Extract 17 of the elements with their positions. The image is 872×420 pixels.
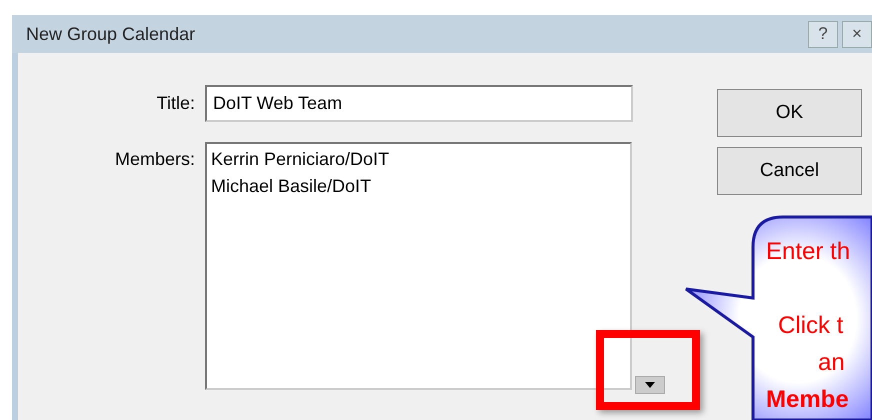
member-item[interactable]: Michael Basile/DoIT [211,173,626,200]
member-item[interactable]: Kerrin Perniciaro/DoIT [211,146,626,173]
title-field[interactable]: DoIT Web Team [205,85,633,122]
caret-icon [645,382,655,388]
cancel-button[interactable]: Cancel [717,147,862,195]
help-button[interactable]: ? [808,20,838,48]
callout-text: Enter th [766,237,850,267]
dropdown-button[interactable] [635,376,665,394]
close-button[interactable]: × [842,20,872,48]
field-label: Members: [114,148,196,171]
window-title: New Group Calendar [25,22,196,46]
callout-text: Click t [778,311,844,341]
ok-button[interactable]: OK [717,89,862,137]
field-label: Title: [156,92,196,115]
members-list[interactable]: Kerrin Perniciaro/DoIT Michael Basile/DoIT [205,142,632,390]
callout-text: Membe [766,385,850,415]
callout-text: an [818,348,846,378]
